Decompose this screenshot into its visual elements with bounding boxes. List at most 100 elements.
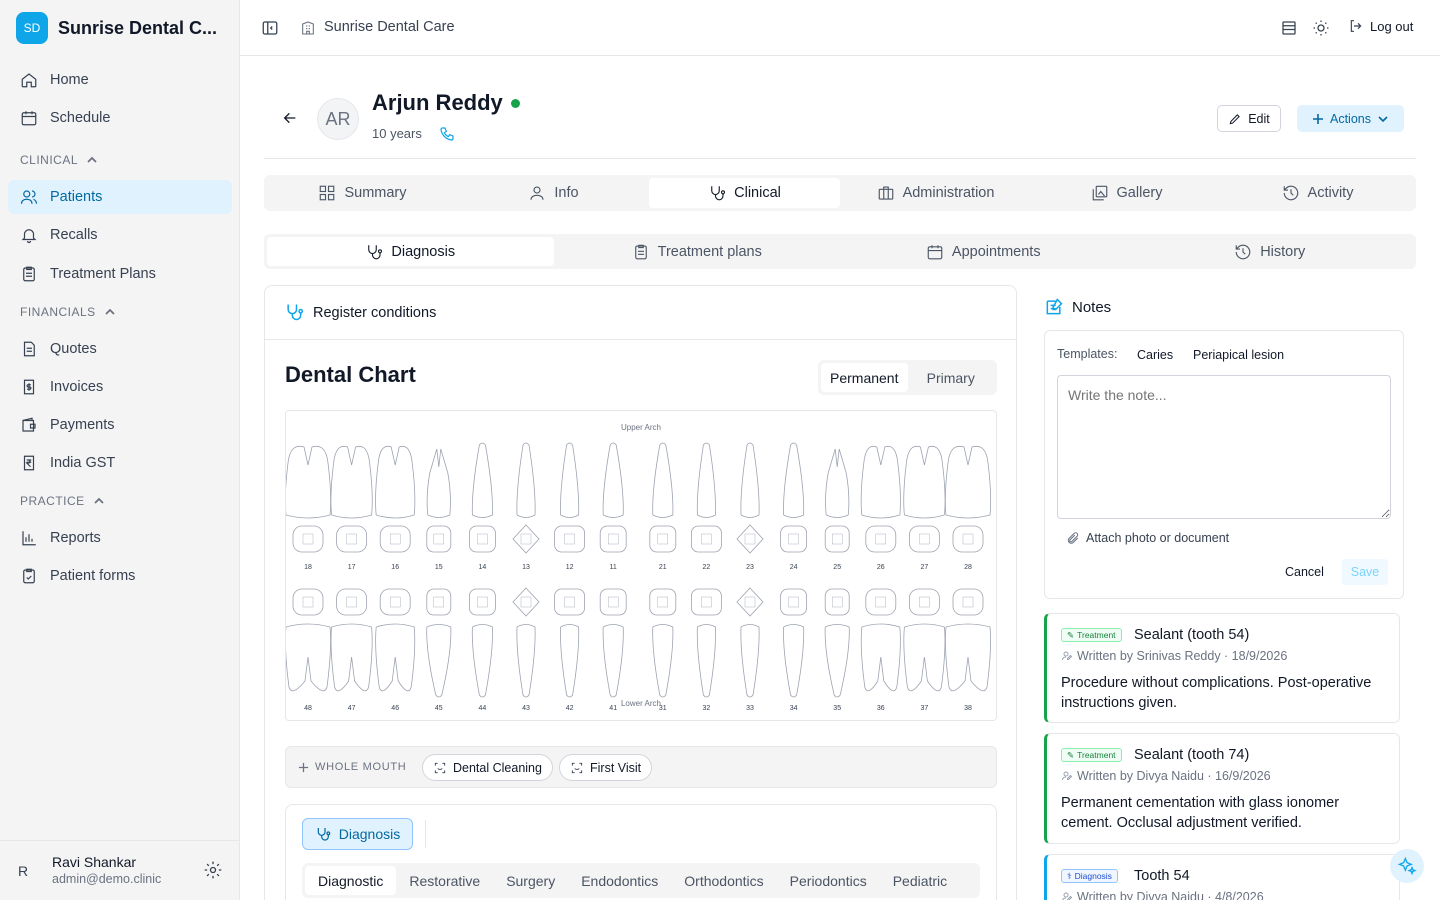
actions-button[interactable]: Actions bbox=[1297, 105, 1404, 132]
tooth-27[interactable]: 27 bbox=[903, 445, 946, 571]
tooth-37[interactable]: 37 bbox=[903, 588, 946, 712]
tooth-14[interactable]: 14 bbox=[468, 442, 496, 571]
clipboard-icon bbox=[23, 266, 35, 282]
tab-orthodontics[interactable]: Orthodontics bbox=[671, 866, 776, 895]
tooth-12[interactable]: 12 bbox=[554, 442, 586, 571]
tooth-28[interactable]: 28 bbox=[944, 445, 992, 571]
tooth-17[interactable]: 17 bbox=[330, 445, 373, 571]
tab-activity[interactable]: Activity bbox=[1222, 178, 1413, 208]
tooth-21[interactable]: 21 bbox=[649, 442, 677, 571]
sidebar-item-patients[interactable]: Patients bbox=[8, 180, 232, 214]
cancel-button[interactable]: Cancel bbox=[1285, 565, 1324, 579]
table-icon[interactable] bbox=[1280, 19, 1298, 37]
tab-history[interactable]: History bbox=[1127, 237, 1414, 266]
back-arrow-icon[interactable] bbox=[282, 110, 298, 126]
tooth-side-shape bbox=[652, 442, 674, 518]
tooth-43[interactable]: 43 bbox=[512, 587, 540, 712]
tooth-occlusal-shape bbox=[468, 588, 496, 616]
patient-avatar: AR bbox=[317, 98, 359, 140]
note-card[interactable]: ✎ Treatment Sealant (tooth 74) Written by… bbox=[1044, 733, 1400, 844]
tooth-45[interactable]: 45 bbox=[426, 588, 452, 712]
section-clinical[interactable]: CLINICAL bbox=[20, 153, 98, 167]
tooth-11[interactable]: 11 bbox=[599, 442, 627, 571]
ai-assistant-button[interactable] bbox=[1390, 849, 1424, 883]
whole-mouth-add[interactable]: WHOLE MOUTH bbox=[298, 761, 406, 773]
primary-toggle[interactable]: Primary bbox=[908, 363, 995, 392]
tooth-13[interactable]: 13 bbox=[512, 442, 540, 571]
section-practice[interactable]: PRACTICE bbox=[20, 494, 105, 508]
templates-label: Templates: bbox=[1057, 347, 1118, 361]
tooth-34[interactable]: 34 bbox=[780, 588, 808, 712]
tooth-15[interactable]: 15 bbox=[426, 448, 452, 571]
permanent-toggle[interactable]: Permanent bbox=[821, 363, 908, 392]
tab-restorative[interactable]: Restorative bbox=[396, 866, 493, 895]
diagnosis-button[interactable]: Diagnosis bbox=[302, 818, 413, 850]
tooth-33[interactable]: 33 bbox=[736, 587, 764, 712]
tooth-18[interactable]: 18 bbox=[284, 445, 332, 571]
note-body: Procedure without complications. Post-op… bbox=[1061, 675, 1372, 711]
tooth-24[interactable]: 24 bbox=[780, 442, 808, 571]
note-card[interactable]: ✎ Treatment Sealant (tooth 54) Written by… bbox=[1044, 613, 1400, 723]
template-periapical-lesion[interactable]: Periapical lesion bbox=[1193, 348, 1284, 362]
stethoscope-icon bbox=[368, 244, 383, 259]
tooth-16[interactable]: 16 bbox=[375, 445, 416, 571]
tooth-26[interactable]: 26 bbox=[860, 445, 901, 571]
tab-surgery[interactable]: Surgery bbox=[493, 866, 568, 895]
logout-button[interactable]: Log out bbox=[1348, 18, 1413, 34]
tab-diagnosis[interactable]: Diagnosis bbox=[267, 237, 554, 266]
brand[interactable]: SD Sunrise Dental C... bbox=[16, 12, 223, 44]
tab-summary[interactable]: Summary bbox=[267, 178, 458, 208]
tab-pediatric[interactable]: Pediatric bbox=[880, 866, 960, 895]
sidebar-item-india-gst[interactable]: India GST bbox=[8, 446, 232, 480]
tooth-36[interactable]: 36 bbox=[860, 588, 901, 712]
tab-gallery[interactable]: Gallery bbox=[1031, 178, 1222, 208]
sidebar-item-recalls[interactable]: Recalls bbox=[8, 218, 232, 252]
sidebar-toggle-icon[interactable] bbox=[261, 19, 279, 37]
tooth-42[interactable]: 42 bbox=[554, 588, 586, 712]
chip-first-visit[interactable]: First Visit bbox=[559, 754, 653, 781]
tab-diagnostic[interactable]: Diagnostic bbox=[305, 866, 397, 895]
sun-icon[interactable] bbox=[1312, 19, 1330, 37]
sidebar-item-schedule[interactable]: Schedule bbox=[8, 101, 232, 135]
tab-info[interactable]: Info bbox=[458, 178, 649, 208]
tab-periodontics[interactable]: Periodontics bbox=[777, 866, 880, 895]
section-financials[interactable]: FINANCIALS bbox=[20, 305, 116, 319]
tooth-35[interactable]: 35 bbox=[824, 588, 850, 712]
clinic-name[interactable]: Sunrise Dental Care bbox=[324, 19, 455, 35]
tooth-38[interactable]: 38 bbox=[945, 588, 991, 712]
save-button[interactable]: Save bbox=[1342, 559, 1388, 585]
phone-icon[interactable] bbox=[439, 126, 455, 142]
tab-treatment-plans[interactable]: Treatment plans bbox=[554, 237, 841, 266]
edit-button[interactable]: Edit bbox=[1217, 105, 1281, 132]
template-caries[interactable]: Caries bbox=[1137, 348, 1173, 362]
tooth-46[interactable]: 46 bbox=[375, 588, 416, 712]
sidebar-item-quotes[interactable]: Quotes bbox=[8, 332, 232, 366]
tab-appointments[interactable]: Appointments bbox=[840, 237, 1127, 266]
note-textarea[interactable] bbox=[1057, 375, 1391, 519]
note-card[interactable]: ⚕ Diagnosis Tooth 54 Written by Divya Nai… bbox=[1044, 854, 1400, 900]
tooth-25[interactable]: 25 bbox=[824, 448, 850, 571]
sidebar-item-label: Home bbox=[50, 72, 89, 88]
tooth-48[interactable]: 48 bbox=[285, 588, 331, 712]
patient-age: 10 years bbox=[372, 126, 422, 141]
sidebar-item-treatment-plans[interactable]: Treatment Plans bbox=[8, 257, 232, 291]
attach-button[interactable]: Attach photo or document bbox=[1066, 531, 1229, 545]
tooth-47[interactable]: 47 bbox=[330, 588, 373, 712]
tab-endodontics[interactable]: Endodontics bbox=[568, 866, 671, 895]
tooth-22[interactable]: 22 bbox=[690, 442, 722, 571]
tab-clinical[interactable]: Clinical bbox=[649, 178, 840, 208]
sidebar-item-reports[interactable]: Reports bbox=[8, 521, 232, 555]
tooth-31[interactable]: 31 bbox=[649, 588, 677, 712]
gear-icon[interactable] bbox=[203, 860, 223, 880]
tooth-23[interactable]: 23 bbox=[736, 442, 764, 571]
sidebar-item-patient-forms[interactable]: Patient forms bbox=[8, 559, 232, 593]
tooth-occlusal-center bbox=[302, 533, 314, 545]
chip-dental-cleaning[interactable]: Dental Cleaning bbox=[422, 754, 553, 781]
tooth-41[interactable]: 41 bbox=[599, 588, 627, 712]
sidebar-item-payments[interactable]: Payments bbox=[8, 408, 232, 442]
sidebar-item-invoices[interactable]: Invoices bbox=[8, 370, 232, 404]
tooth-44[interactable]: 44 bbox=[468, 588, 496, 712]
sidebar-item-home[interactable]: Home bbox=[8, 63, 232, 97]
tooth-32[interactable]: 32 bbox=[690, 588, 722, 712]
tab-administration[interactable]: Administration bbox=[840, 178, 1031, 208]
